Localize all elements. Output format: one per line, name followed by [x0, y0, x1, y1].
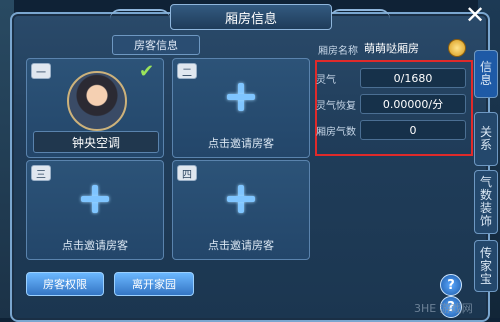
window-title-text: 厢房信息	[224, 11, 277, 27]
guest-avatar	[67, 71, 127, 131]
guest-slot-4[interactable]: 四 点击邀请房客	[172, 160, 310, 260]
guest-name-bar: 钟央空调	[33, 131, 159, 153]
tab-relations-label: 关系	[479, 125, 492, 152]
guest-slot-2[interactable]: 二 点击邀请房客	[172, 58, 310, 158]
stat-value: 0/1680	[360, 68, 466, 88]
slot-number: 四	[182, 169, 192, 181]
plus-icon	[227, 83, 255, 111]
help-icon[interactable]: ?	[440, 274, 462, 296]
stat-row-room-fortune: 厢房气数 0	[316, 120, 466, 140]
check-icon: ✔	[139, 61, 155, 82]
stat-label: 厢房气数	[316, 126, 356, 138]
tab-fortune-decor[interactable]: 气数装饰	[474, 170, 498, 234]
plus-icon	[227, 185, 255, 213]
guest-slot-3[interactable]: 三 点击邀请房客	[26, 160, 164, 260]
title-ornament-left	[110, 9, 170, 23]
stat-label: 灵气	[316, 74, 336, 86]
leave-home-button[interactable]: 离开家园	[114, 272, 194, 296]
guest-permissions-label: 房客权限	[43, 278, 87, 291]
slot-number: 三	[36, 169, 46, 181]
guest-permissions-button[interactable]: 房客权限	[26, 272, 104, 296]
invite-guest-label: 点击邀请房客	[208, 137, 274, 150]
plus-icon	[81, 185, 109, 213]
tab-heirloom-label: 传家宝	[479, 245, 492, 286]
slot-number: 一	[36, 67, 46, 79]
slot-number: 二	[182, 67, 192, 79]
room-name-value: 萌萌哒厢房	[364, 42, 419, 55]
guest-info-header-text: 房客信息	[134, 39, 178, 52]
close-icon: ✕	[464, 1, 486, 29]
slot-number-badge: 一	[31, 63, 51, 79]
slot-number-badge: 三	[31, 165, 51, 181]
room-name-label: 厢房名称	[318, 46, 358, 57]
invite-guest-label: 点击邀请房客	[62, 239, 128, 252]
guest-info-header: 房客信息	[112, 35, 200, 55]
slot-number-badge: 二	[177, 63, 197, 79]
invite-guest-label: 点击邀请房客	[208, 239, 274, 252]
leave-home-label: 离开家园	[132, 278, 176, 291]
close-button[interactable]: ✕	[462, 1, 488, 29]
stat-row-spirit: 灵气 0/1680	[316, 68, 466, 88]
stat-value: 0	[360, 120, 466, 140]
window-title: 厢房信息	[170, 4, 332, 30]
slot-number-badge: 四	[177, 165, 197, 181]
guest-slot-1[interactable]: 一 ✔ 钟央空调	[26, 58, 164, 158]
tab-relations[interactable]: 关系	[474, 112, 498, 166]
tab-heirloom[interactable]: 传家宝	[474, 240, 498, 292]
stat-label: 灵气恢复	[316, 100, 356, 112]
stat-row-spirit-recovery: 灵气恢复 0.00000/分	[316, 94, 466, 114]
stat-value: 0.00000/分	[360, 94, 466, 114]
tab-info[interactable]: 信息	[474, 50, 498, 98]
tab-info-label: 信息	[479, 60, 492, 87]
tab-fortune-decor-label: 气数装饰	[479, 175, 492, 228]
guest-name: 钟央空调	[71, 135, 120, 150]
coin-icon[interactable]	[448, 39, 466, 57]
watermark: 3HE 游戏网	[414, 302, 473, 315]
title-ornament-right	[330, 9, 390, 23]
